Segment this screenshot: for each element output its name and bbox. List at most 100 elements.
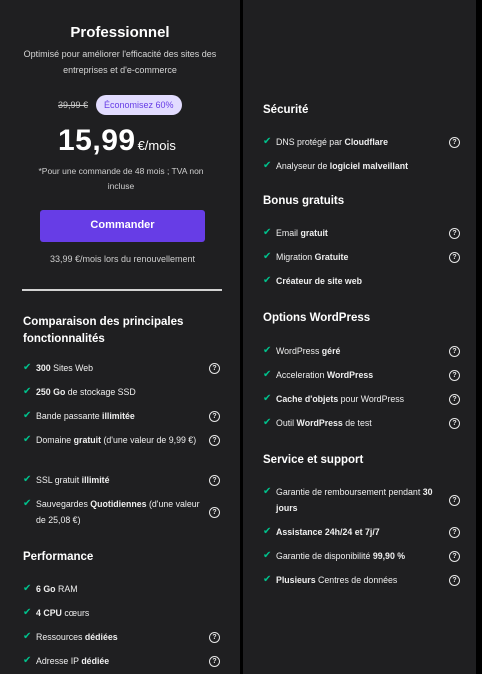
feature-text: Outil [276, 418, 297, 428]
feature-site-builder: ✔ Créateur de site web [263, 273, 446, 289]
check-icon: ✔ [263, 486, 272, 497]
wordpress-title: Options WordPress [263, 312, 371, 324]
feature-cpu: ✔ 4 CPU cœurs [23, 605, 206, 621]
feature-bold: géré [321, 346, 341, 356]
check-icon: ✔ [263, 369, 272, 380]
question-circle-icon[interactable]: ? [209, 507, 220, 518]
renewal-price: 33,99 €/mois lors du renouvellement [49, 254, 196, 264]
feature-text: Bande passante [36, 411, 103, 421]
feature-text: Migration [276, 252, 315, 262]
feature-malware: ✔ Analyseur de logiciel malveillant [263, 158, 456, 174]
plan-card-left: Professionnel Optimisé pour améliorer l'… [0, 0, 240, 674]
question-circle-icon[interactable]: ? [449, 495, 460, 506]
feature-text: DNS protégé par [276, 137, 345, 147]
check-icon: ✔ [263, 574, 272, 585]
question-circle-icon[interactable]: ? [449, 252, 460, 263]
feature-bold: Gratuite [314, 252, 349, 262]
question-circle-icon[interactable]: ? [449, 137, 460, 148]
question-circle-icon[interactable]: ? [449, 228, 460, 239]
check-icon: ✔ [263, 160, 272, 171]
price-unit: €/mois [137, 138, 176, 153]
feature-bold: dédiées [84, 632, 118, 642]
feature-text: Ressources [36, 632, 85, 642]
feature-text: Sauvegardes [36, 499, 91, 509]
feature-datacenters: ✔ Plusieurs Centres de données [263, 572, 446, 588]
question-circle-icon[interactable]: ? [209, 656, 220, 667]
question-circle-icon[interactable]: ? [209, 411, 220, 422]
check-icon: ✔ [263, 136, 272, 147]
feature-text: Adresse IP [36, 656, 82, 666]
discount-badge: Économisez 60% [96, 95, 182, 115]
feature-bold: Cache d'objets [276, 394, 339, 404]
question-circle-icon[interactable]: ? [449, 394, 460, 405]
question-circle-icon[interactable]: ? [209, 435, 220, 446]
feature-bold: Plusieurs [276, 575, 316, 585]
feature-text: cœurs [61, 608, 90, 618]
feature-text: Garantie de remboursement pendant [276, 487, 423, 497]
check-icon: ✔ [23, 655, 32, 666]
order-button[interactable]: Commander [40, 210, 205, 242]
feature-text: Centres de données [315, 575, 398, 585]
question-circle-icon[interactable]: ? [449, 551, 460, 562]
feature-text: Garantie de disponibilité [276, 551, 373, 561]
check-icon: ✔ [263, 526, 272, 537]
bonus-title: Bonus gratuits [263, 195, 345, 207]
price: 15,99 €/mois [58, 124, 176, 158]
question-circle-icon[interactable]: ? [209, 475, 220, 486]
feature-rest: (d'une valeur de 9,99 €) [101, 435, 197, 445]
check-icon: ✔ [263, 417, 272, 428]
question-circle-icon[interactable]: ? [209, 632, 220, 643]
feature-bold: dédiée [81, 656, 110, 666]
feature-bold: Créateur de site web [276, 276, 363, 286]
feature-bold: 6 Go [36, 584, 56, 594]
feature-wp-acceleration: ✔ Acceleration WordPress [263, 367, 446, 383]
check-icon: ✔ [23, 386, 32, 397]
feature-ssl: ✔ SSL gratuit illimité [23, 472, 206, 488]
feature-uptime: ✔ Garantie de disponibilité 99,90 % [263, 548, 446, 564]
feature-bandwidth: ✔ Bande passante illimitée [23, 408, 206, 424]
check-icon: ✔ [23, 362, 32, 373]
feature-bold: gratuit [73, 435, 102, 445]
feature-bold: illimité [81, 475, 110, 485]
plan-card-right: Sécurité ✔ DNS protégé par Cloudflare ? … [243, 0, 476, 674]
question-circle-icon[interactable]: ? [449, 527, 460, 538]
feature-bold: 4 CPU [36, 608, 62, 618]
check-icon: ✔ [263, 251, 272, 262]
feature-sites: ✔ 300 Sites Web [23, 360, 206, 376]
check-icon: ✔ [263, 550, 272, 561]
check-icon: ✔ [23, 474, 32, 485]
feature-ip: ✔ Adresse IP dédiée [23, 653, 206, 669]
feature-text: SSL gratuit [36, 475, 82, 485]
security-title: Sécurité [263, 104, 309, 116]
check-icon: ✔ [23, 583, 32, 594]
feature-text: Acceleration [276, 370, 327, 380]
question-circle-icon[interactable]: ? [449, 370, 460, 381]
feature-managed-wp: ✔ WordPress géré [263, 343, 446, 359]
old-price: 39,99 € [58, 100, 89, 110]
feature-rest: de test [342, 418, 372, 428]
feature-bold: WordPress [326, 370, 374, 380]
feature-text: Domaine [36, 435, 74, 445]
feature-ram: ✔ 6 Go RAM [23, 581, 206, 597]
question-circle-icon[interactable]: ? [449, 346, 460, 357]
question-circle-icon[interactable]: ? [449, 418, 460, 429]
check-icon: ✔ [23, 631, 32, 642]
check-icon: ✔ [23, 410, 32, 421]
feature-bold: Assistance 24h/24 et 7j/7 [276, 527, 380, 537]
feature-resources: ✔ Ressources dédiées [23, 629, 206, 645]
check-icon: ✔ [263, 393, 272, 404]
feature-text: pour WordPress [338, 394, 405, 404]
feature-text: WordPress [276, 346, 322, 356]
feature-backups: ✔ Sauvegardes Quotidiennes (d'une valeur… [23, 496, 206, 528]
plan-description: Optimisé pour améliorer l'efficacité des… [23, 49, 217, 75]
feature-wp-staging: ✔ Outil WordPress de test [263, 415, 446, 431]
feature-text: de stockage SSD [65, 387, 136, 397]
feature-money-back: ✔ Garantie de remboursement pendant 30 j… [263, 484, 446, 516]
feature-bold: 99,90 % [372, 551, 406, 561]
check-icon: ✔ [23, 607, 32, 618]
check-icon: ✔ [263, 227, 272, 238]
question-circle-icon[interactable]: ? [449, 575, 460, 586]
question-circle-icon[interactable]: ? [209, 363, 220, 374]
feature-bold: 250 Go [36, 387, 66, 397]
performance-title: Performance [23, 551, 94, 563]
